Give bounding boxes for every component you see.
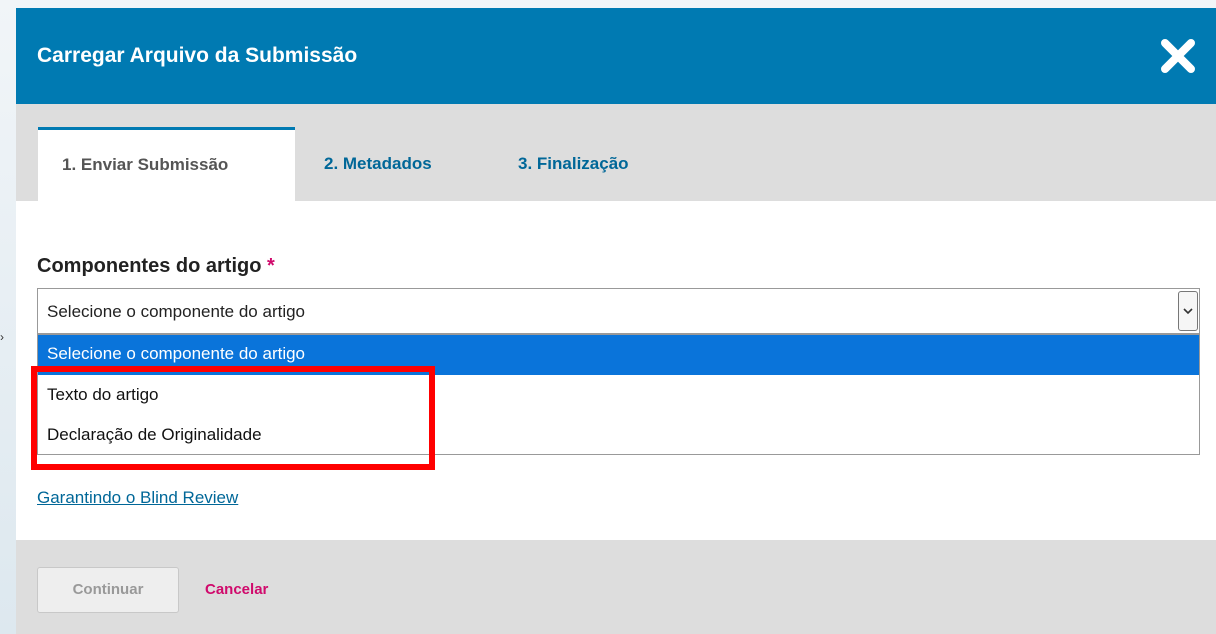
close-icon[interactable] <box>1160 38 1196 74</box>
select-dropdown-list: Selecione o componente do artigo Texto d… <box>37 334 1200 455</box>
field-label: Componentes do artigo * <box>37 255 275 278</box>
dropdown-option-placeholder[interactable]: Selecione o componente do artigo <box>38 335 1199 375</box>
continue-button[interactable]: Continuar <box>37 567 179 613</box>
modal-title: Carregar Arquivo da Submissão <box>37 44 358 67</box>
tab-finalizacao[interactable]: 3. Finalização <box>518 127 629 201</box>
blind-review-link[interactable]: Garantindo o Blind Review <box>37 488 238 508</box>
modal-footer: Continuar Cancelar <box>16 540 1216 634</box>
chevron-down-icon[interactable] <box>1178 291 1198 331</box>
select-value: Selecione o componente do artigo <box>47 302 306 321</box>
tab-enviar-submissao[interactable]: 1. Enviar Submissão <box>38 127 295 201</box>
modal-header: Carregar Arquivo da Submissão <box>16 8 1216 104</box>
step-tabs: 1. Enviar Submissão 2. Metadados 3. Fina… <box>16 104 1216 201</box>
dropdown-option-texto-do-artigo[interactable]: Texto do artigo <box>38 375 1199 415</box>
article-component-select[interactable]: Selecione o componente do artigo <box>37 288 1200 334</box>
close-icon-glyph <box>1161 39 1195 73</box>
field-label-text: Componentes do artigo <box>37 255 262 277</box>
cancel-button[interactable]: Cancelar <box>205 567 268 613</box>
chevron-down-icon-glyph <box>1183 308 1193 315</box>
required-marker: * <box>267 255 275 277</box>
upload-modal: Carregar Arquivo da Submissão 1. Enviar … <box>16 8 1216 634</box>
backdrop-caret-icon: › <box>0 330 4 344</box>
dropdown-option-declaracao[interactable]: Declaração de Originalidade <box>38 415 1199 455</box>
tab-metadados[interactable]: 2. Metadados <box>324 127 432 201</box>
